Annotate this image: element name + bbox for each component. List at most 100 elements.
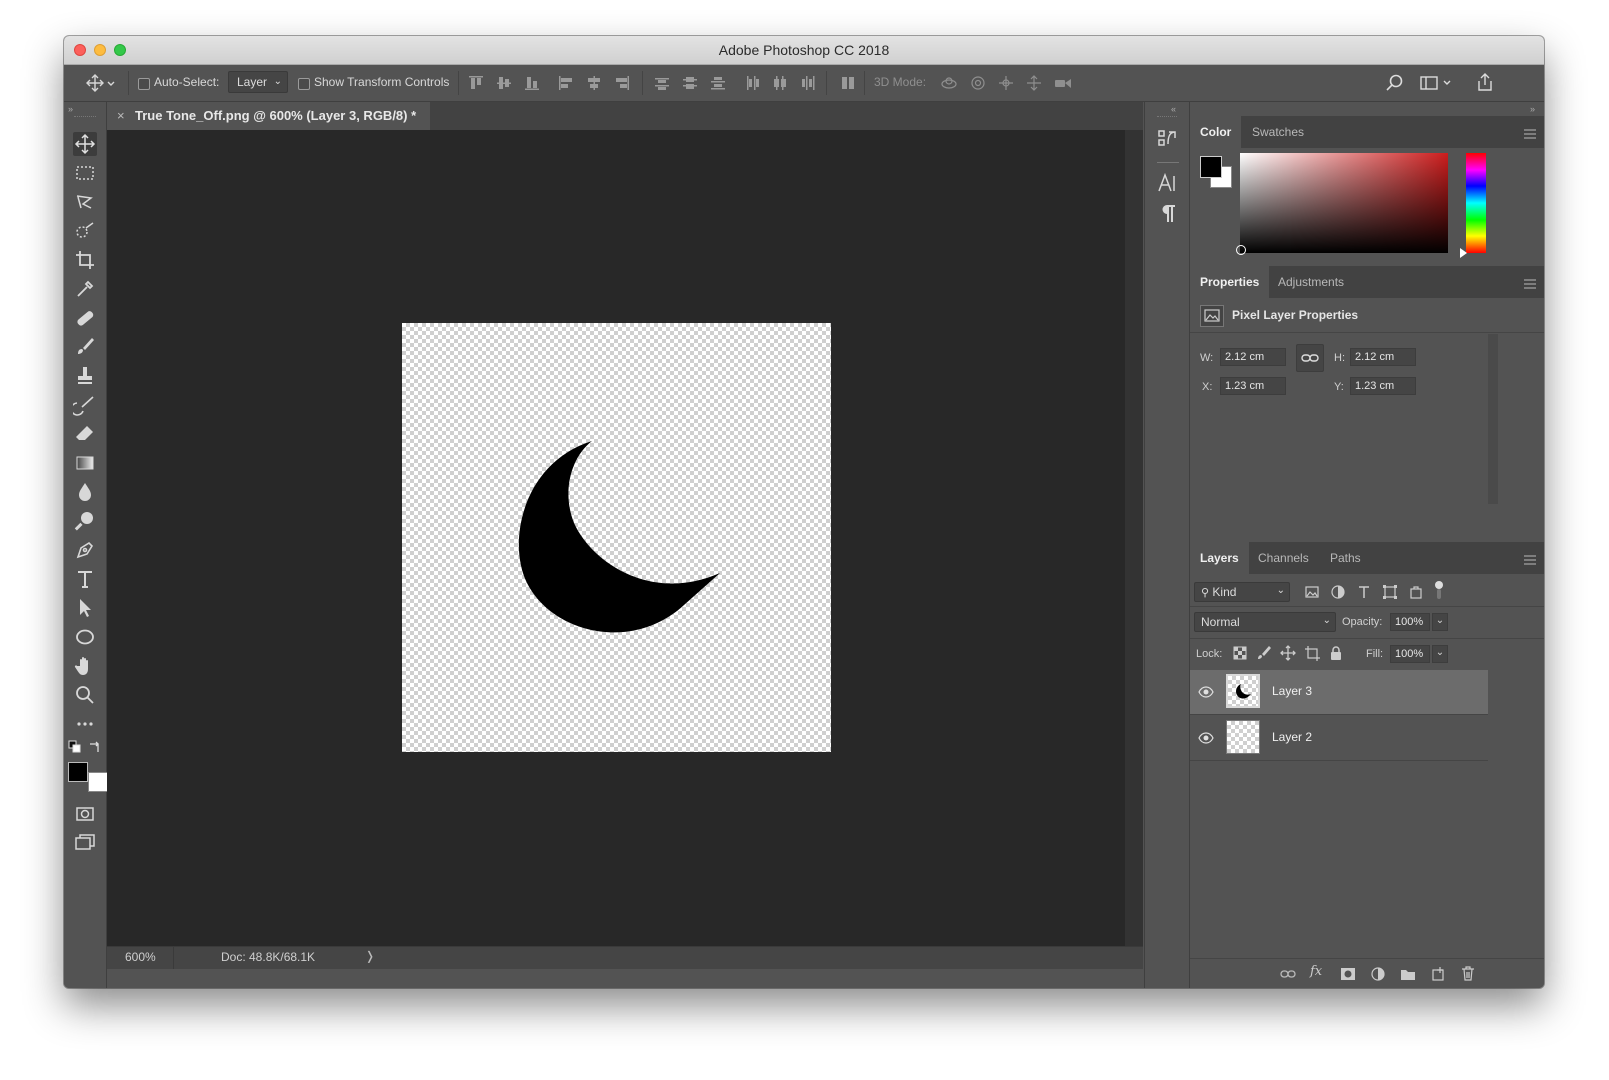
character-panel-icon[interactable]: [1157, 172, 1179, 194]
filter-shape-layers-icon[interactable]: [1382, 584, 1398, 600]
collapse-dock-icon[interactable]: »: [1530, 104, 1535, 114]
distribute-right-edges-icon[interactable]: [800, 75, 816, 91]
auto-align-layers-icon[interactable]: [840, 75, 856, 91]
paragraph-panel-icon[interactable]: [1157, 202, 1179, 224]
quick-mask-icon[interactable]: [73, 802, 97, 826]
pan-3d-icon[interactable]: [998, 75, 1014, 91]
search-icon[interactable]: [1386, 74, 1403, 91]
auto-select-target-dropdown[interactable]: Layer ⌄: [228, 71, 288, 93]
lock-image-pixels-icon[interactable]: [1256, 645, 1272, 661]
lock-all-icon[interactable]: [1328, 645, 1344, 661]
ellipse-tool-icon[interactable]: [73, 625, 97, 649]
tab-properties[interactable]: Properties: [1190, 266, 1270, 298]
healing-brush-tool-icon[interactable]: [73, 306, 97, 330]
distribute-left-edges-icon[interactable]: [744, 75, 760, 91]
panel-menu-icon[interactable]: [1524, 552, 1536, 565]
align-bottom-edges-icon[interactable]: [524, 75, 540, 91]
add-layer-mask-icon[interactable]: [1340, 966, 1356, 982]
new-group-folder-icon[interactable]: [1400, 966, 1416, 982]
filter-toggle-icon[interactable]: [1434, 580, 1444, 602]
distribute-bottom-edges-icon[interactable]: [710, 75, 726, 91]
opacity-field[interactable]: 100%: [1390, 613, 1430, 631]
show-transform-controls-checkbox[interactable]: [298, 78, 310, 90]
new-adjustment-layer-icon[interactable]: [1370, 966, 1386, 982]
panel-menu-icon[interactable]: [1524, 126, 1536, 139]
visibility-eye-icon[interactable]: [1198, 730, 1214, 746]
roll-3d-icon[interactable]: [970, 75, 986, 91]
vertical-scrollbar[interactable]: [1125, 130, 1143, 946]
more-tools-icon[interactable]: [73, 712, 97, 736]
properties-scrollbar[interactable]: [1488, 334, 1498, 504]
canvas-area[interactable]: [107, 130, 1125, 946]
layer-row-layer-3[interactable]: Layer 3: [1190, 670, 1488, 714]
document-tab[interactable]: × True Tone_Off.png @ 600% (Layer 3, RGB…: [107, 102, 431, 130]
tab-paths[interactable]: Paths: [1320, 542, 1371, 574]
align-right-edges-icon[interactable]: [614, 75, 630, 91]
width-field[interactable]: 2.12 cm: [1220, 348, 1286, 366]
height-field[interactable]: 2.12 cm: [1350, 348, 1416, 366]
align-vertical-centers-icon[interactable]: [496, 75, 512, 91]
default-colors-icon[interactable]: [68, 740, 82, 754]
collapse-panel-icon[interactable]: »: [68, 104, 73, 114]
filter-type-layers-icon[interactable]: [1356, 584, 1372, 600]
hand-tool-icon[interactable]: [73, 654, 97, 678]
lasso-tool-icon[interactable]: [73, 190, 97, 214]
fill-field[interactable]: 100%: [1390, 645, 1430, 663]
zoom-level-field[interactable]: 600%: [107, 947, 174, 969]
delete-layer-trash-icon[interactable]: [1460, 965, 1476, 981]
dodge-tool-icon[interactable]: [73, 509, 97, 533]
tab-swatches[interactable]: Swatches: [1242, 116, 1314, 148]
auto-select-checkbox[interactable]: [138, 78, 150, 90]
history-brush-tool-icon[interactable]: [70, 393, 97, 417]
lock-position-icon[interactable]: [1280, 645, 1296, 661]
color-panel-foreground-swatch[interactable]: [1200, 156, 1222, 178]
x-position-field[interactable]: 1.23 cm: [1220, 377, 1286, 395]
align-top-edges-icon[interactable]: [468, 75, 484, 91]
filter-adjustment-layers-icon[interactable]: [1330, 584, 1346, 600]
tab-adjustments[interactable]: Adjustments: [1268, 266, 1354, 298]
crop-tool-icon[interactable]: [73, 248, 97, 272]
expand-panels-icon[interactable]: «: [1171, 104, 1176, 114]
eyedropper-tool-icon[interactable]: [73, 277, 97, 301]
tab-layers[interactable]: Layers: [1190, 542, 1249, 574]
lock-transparent-pixels-icon[interactable]: [1232, 645, 1248, 661]
link-dimensions-button[interactable]: [1296, 344, 1324, 372]
layer-name[interactable]: Layer 2: [1272, 730, 1312, 744]
blend-mode-dropdown[interactable]: Normal ⌄: [1194, 612, 1336, 632]
panel-menu-icon[interactable]: [1524, 276, 1536, 289]
share-icon[interactable]: [1476, 72, 1492, 91]
gradient-tool-icon[interactable]: [73, 451, 97, 475]
tab-channels[interactable]: Channels: [1248, 542, 1319, 574]
layer-name[interactable]: Layer 3: [1272, 684, 1312, 698]
y-position-field[interactable]: 1.23 cm: [1350, 377, 1416, 395]
brush-tool-icon[interactable]: [73, 335, 97, 359]
new-layer-icon[interactable]: [1430, 966, 1446, 982]
swap-colors-icon[interactable]: [88, 740, 102, 754]
move-tool-preset-icon[interactable]: [86, 74, 116, 92]
workspace-switcher-icon[interactable]: [1420, 75, 1452, 91]
eraser-tool-icon[interactable]: [73, 422, 97, 446]
distribute-top-edges-icon[interactable]: [654, 75, 670, 91]
scale-3d-icon[interactable]: [1054, 75, 1071, 91]
lock-artboard-icon[interactable]: [1304, 645, 1320, 661]
distribute-horizontal-centers-icon[interactable]: [772, 75, 788, 91]
align-horizontal-centers-icon[interactable]: [586, 75, 602, 91]
foreground-color-swatch[interactable]: [68, 762, 88, 782]
filter-smart-objects-icon[interactable]: [1408, 584, 1424, 600]
type-tool-icon[interactable]: [73, 567, 97, 591]
align-left-edges-icon[interactable]: [558, 75, 574, 91]
visibility-eye-icon[interactable]: [1198, 684, 1214, 700]
screen-mode-icon[interactable]: [73, 831, 97, 855]
hue-slider-handle-icon[interactable]: [1460, 248, 1467, 258]
distribute-vertical-centers-icon[interactable]: [682, 75, 698, 91]
move-tool-icon[interactable]: [73, 132, 97, 156]
quick-selection-tool-icon[interactable]: [73, 219, 97, 243]
slide-3d-icon[interactable]: [1026, 75, 1042, 91]
tab-color[interactable]: Color: [1190, 116, 1242, 148]
document-canvas[interactable]: [402, 323, 831, 752]
link-layers-icon[interactable]: [1280, 966, 1296, 982]
layer-filter-dropdown[interactable]: ⚲ Kind ⌄: [1194, 582, 1290, 602]
path-selection-tool-icon[interactable]: [73, 596, 97, 620]
clone-stamp-tool-icon[interactable]: [73, 364, 97, 388]
orbit-3d-icon[interactable]: [940, 75, 957, 91]
